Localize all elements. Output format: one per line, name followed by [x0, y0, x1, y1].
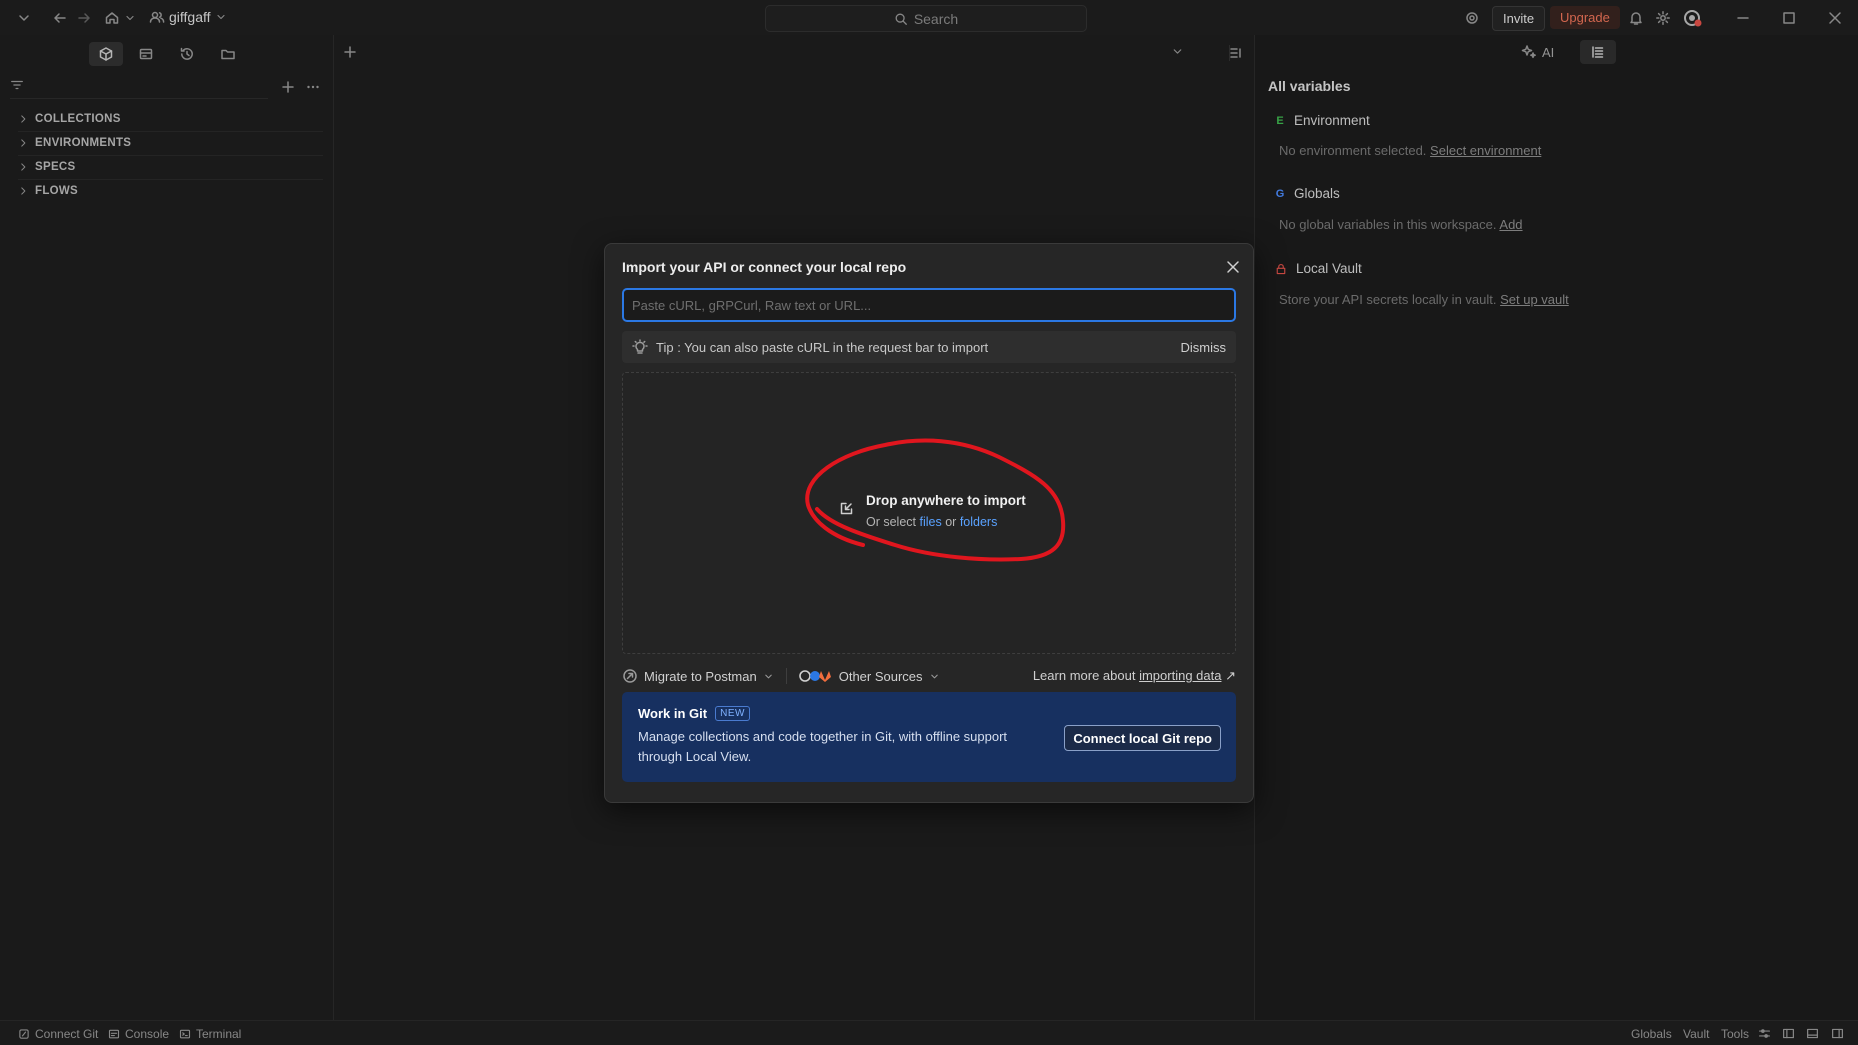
connect-local-git-repo-button[interactable]: Connect local Git repo — [1064, 725, 1221, 751]
migrate-to-postman-button[interactable]: Migrate to Postman — [622, 668, 774, 684]
new-badge: NEW — [715, 706, 750, 721]
git-card-description: Manage collections and code together in … — [638, 729, 1008, 764]
work-in-git-card: Work in Git NEW Manage collections and c… — [622, 692, 1236, 782]
chevron-down-icon — [764, 674, 772, 678]
other-sources-label: Other Sources — [838, 668, 923, 684]
dismiss-tip-button[interactable]: Dismiss — [1181, 340, 1227, 355]
chevron-down-icon — [930, 674, 938, 678]
close-icon[interactable] — [1225, 259, 1243, 277]
lightbulb-icon — [632, 339, 648, 354]
git-card-title-text: Work in Git — [638, 706, 708, 721]
import-url-input[interactable] — [622, 288, 1236, 322]
file-drop-zone[interactable]: Drop anywhere to import Or select files … — [622, 372, 1236, 654]
import-sources-row: Migrate to Postman Other Sources Learn m… — [622, 662, 1236, 690]
source-logos-icon — [798, 670, 831, 682]
tip-banner: Tip : You can also paste cURL in the req… — [622, 331, 1236, 363]
divider — [785, 668, 787, 684]
drop-prefix: Or select — [866, 515, 917, 529]
learn-more: Learn more about importing data ↗ — [1033, 668, 1236, 684]
drop-subtitle: Or select files or folders — [866, 515, 997, 529]
import-icon — [840, 502, 853, 515]
modal-title: Import your API or connect your local re… — [622, 259, 907, 275]
importing-data-link[interactable]: importing data — [1139, 668, 1221, 683]
drop-title: Drop anywhere to import — [866, 493, 1026, 508]
git-card-title: Work in Git NEW — [638, 706, 1220, 721]
select-files-link[interactable]: files — [920, 515, 942, 529]
external-link-icon: ↗ — [1225, 668, 1236, 683]
migrate-label: Migrate to Postman — [644, 668, 757, 684]
drop-or: or — [945, 515, 957, 529]
select-folders-link[interactable]: folders — [960, 515, 998, 529]
tip-text: Tip : You can also paste cURL in the req… — [656, 339, 989, 355]
migrate-icon — [623, 669, 637, 683]
other-sources-button[interactable]: Other Sources — [798, 668, 940, 684]
learn-more-prefix: Learn more about — [1032, 668, 1136, 683]
import-modal: Import your API or connect your local re… — [604, 243, 1254, 803]
